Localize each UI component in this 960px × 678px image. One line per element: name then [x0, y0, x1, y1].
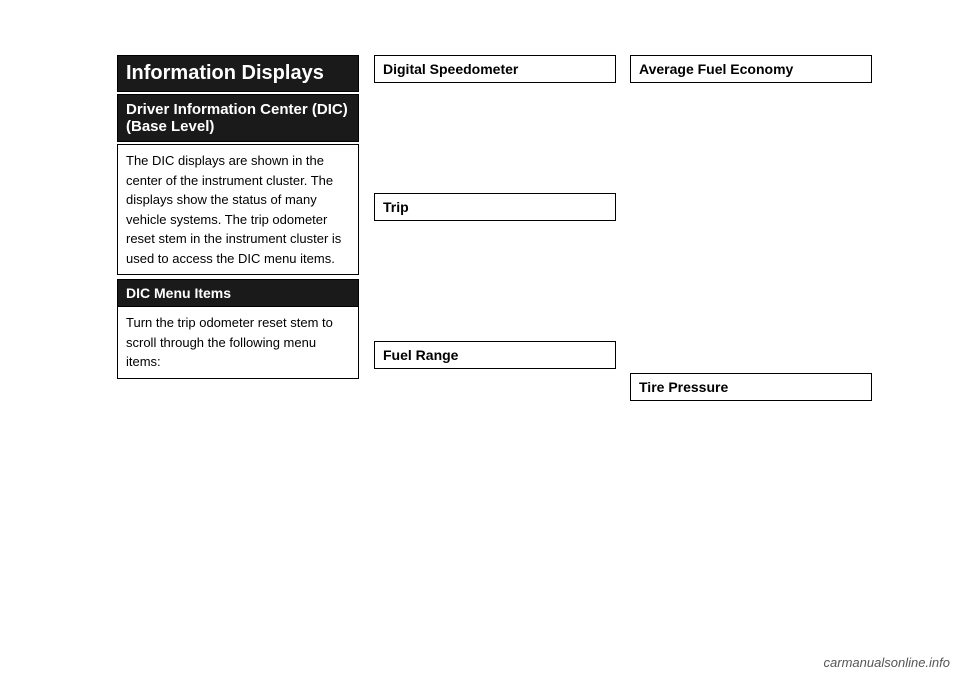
middle-column: Digital Speedometer Trip Fuel Range	[374, 55, 616, 369]
middle-item-2: Fuel Range	[374, 341, 616, 369]
watermark: carmanualsonline.info	[824, 655, 950, 670]
right-column: Average Fuel Economy Tire Pressure	[630, 55, 872, 401]
right-item-1-label: Tire Pressure	[639, 379, 728, 395]
body-text-box: The DIC displays are shown in the center…	[117, 144, 359, 275]
menu-body-box: Turn the trip odometer reset stem to scr…	[117, 307, 359, 379]
menu-body-text: Turn the trip odometer reset stem to scr…	[126, 315, 333, 369]
middle-item-0: Digital Speedometer	[374, 55, 616, 83]
main-title-text: Information Displays	[126, 62, 324, 84]
body-text: The DIC displays are shown in the center…	[126, 153, 341, 266]
left-column: Information Displays Driver Information …	[117, 55, 359, 379]
middle-item-2-label: Fuel Range	[383, 347, 458, 363]
right-item-0-label: Average Fuel Economy	[639, 61, 793, 77]
watermark-text: carmanualsonline.info	[824, 655, 950, 670]
middle-item-1: Trip	[374, 193, 616, 221]
menu-title-text: DIC Menu Items	[126, 285, 231, 301]
subsection-title-box: Driver Information Center (DIC) (Base Le…	[117, 94, 359, 142]
middle-item-0-label: Digital Speedometer	[383, 61, 518, 77]
page: Information Displays Driver Information …	[0, 0, 960, 678]
middle-item-1-label: Trip	[383, 199, 409, 215]
right-item-0: Average Fuel Economy	[630, 55, 872, 83]
right-item-1: Tire Pressure	[630, 373, 872, 401]
subsection-title-text: Driver Information Center (DIC) (Base Le…	[126, 101, 348, 135]
menu-title-box: DIC Menu Items	[117, 279, 359, 307]
main-title-box: Information Displays	[117, 55, 359, 92]
